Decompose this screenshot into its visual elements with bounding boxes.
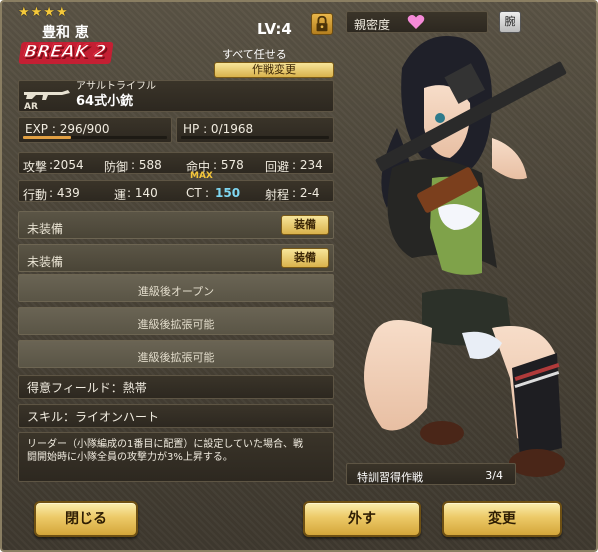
skill-name-bar: スキル：ライオンハート bbox=[18, 404, 334, 428]
evasion-label: 回避 bbox=[265, 160, 290, 174]
defense-label: 防御 bbox=[104, 160, 129, 174]
attack-label: 攻撃 bbox=[23, 160, 48, 174]
equip-button-2[interactable]: 装備 bbox=[281, 248, 329, 268]
locked-slot-3: 進級後拡張可能 bbox=[18, 340, 334, 368]
close-button[interactable]: 閉じる bbox=[34, 501, 138, 537]
ct-value: 150 bbox=[215, 186, 241, 200]
training-value: 3/4 bbox=[485, 469, 503, 482]
remove-button[interactable]: 外す bbox=[303, 501, 421, 537]
stats-row-1: 攻撃 :2054 防御 : 588 命中 : 578 回避 : 234 bbox=[18, 152, 334, 174]
weapon-name: 64式小銃 bbox=[76, 94, 134, 109]
skill-description-box: リーダー（小隊編成の1番目に配置）に設定していた場合、戦闘開始時に小隊全員の攻撃… bbox=[18, 432, 334, 482]
hp-text: HP : 0/1968 bbox=[183, 122, 254, 136]
affinity-arm-button[interactable]: 腕 bbox=[499, 11, 521, 33]
equipment-slot-1: 未装備 装備 bbox=[18, 211, 334, 239]
hp-gauge-track bbox=[181, 136, 329, 139]
stats-row-2: 行動 : 439 運 : 140 CT : 150 射程 : 2-4 bbox=[18, 180, 334, 202]
unit-name: 豊和 恵 bbox=[42, 25, 89, 41]
affinity-label: 親密度 bbox=[354, 18, 391, 32]
change-button[interactable]: 変更 bbox=[442, 501, 562, 537]
range-label: 射程 bbox=[265, 188, 290, 202]
locked-slot-label: 進級後拡張可能 bbox=[137, 351, 215, 364]
hp-bar: HP : 0/1968 bbox=[176, 117, 334, 143]
weapon-code: AR bbox=[24, 102, 38, 110]
affinity-bar: 親密度 bbox=[346, 11, 488, 33]
range-value: : 2-4 bbox=[292, 186, 320, 200]
training-label: 特訓習得作戦 bbox=[357, 471, 423, 484]
lock-icon bbox=[316, 15, 328, 32]
character-illustration bbox=[364, 36, 567, 477]
defense-value: : 588 bbox=[131, 158, 162, 172]
exp-bar: EXP : 296/900 bbox=[18, 117, 172, 143]
luck-value: : 140 bbox=[127, 186, 158, 200]
break-badge: BREAK 2 bbox=[18, 42, 114, 64]
locked-slot-label: 進級後拡張可能 bbox=[137, 318, 215, 331]
assault-rifle-icon: AR bbox=[24, 90, 70, 110]
locked-slot-1: 進級後オープン bbox=[18, 274, 334, 302]
lock-button[interactable] bbox=[311, 13, 333, 35]
exp-gauge-fill bbox=[23, 136, 71, 139]
evasion-value: : 234 bbox=[292, 158, 323, 172]
heart-icon bbox=[407, 15, 425, 29]
equipment-slot-label: 未装備 bbox=[27, 222, 64, 236]
strategy-change-button[interactable]: 作戦変更 bbox=[214, 62, 334, 78]
locked-slot-label: 進級後オープン bbox=[137, 285, 215, 298]
exp-text: EXP : 296/900 bbox=[25, 122, 110, 136]
training-operation: 特訓習得作戦 3/4 bbox=[346, 463, 516, 485]
equipment-slot-2: 未装備 装備 bbox=[18, 244, 334, 272]
ct-label: CT bbox=[186, 186, 202, 200]
skill-description: リーダー（小隊編成の1番目に配置）に設定していた場合、戦闘開始時に小隊全員の攻撃… bbox=[27, 439, 304, 463]
attack-value: :2054 bbox=[49, 158, 84, 172]
skill-name: スキル：ライオンハート bbox=[27, 410, 160, 424]
specialty-field: 得意フィールド：熱帯 bbox=[18, 375, 334, 399]
accuracy-value: : 578 bbox=[213, 158, 244, 172]
luck-label: 運 bbox=[114, 188, 127, 202]
ct-colon: : bbox=[205, 186, 210, 200]
specialty-field-text: 得意フィールド：熱帯 bbox=[27, 381, 147, 395]
unit-level: LV:4 bbox=[257, 20, 292, 38]
action-label: 行動 bbox=[23, 188, 48, 202]
action-value: : 439 bbox=[49, 186, 80, 200]
equip-button-1[interactable]: 装備 bbox=[281, 215, 329, 235]
locked-slot-2: 進級後拡張可能 bbox=[18, 307, 334, 335]
rarity-stars: ★★★★ bbox=[18, 5, 69, 20]
unit-detail-panel: ★★★★ 豊和 恵 LV:4 BREAK 2 すべて任せる 作戦変更 AR アサ… bbox=[0, 0, 598, 552]
equipment-slot-label: 未装備 bbox=[27, 255, 64, 269]
auto-label: すべて任せる bbox=[222, 48, 287, 61]
